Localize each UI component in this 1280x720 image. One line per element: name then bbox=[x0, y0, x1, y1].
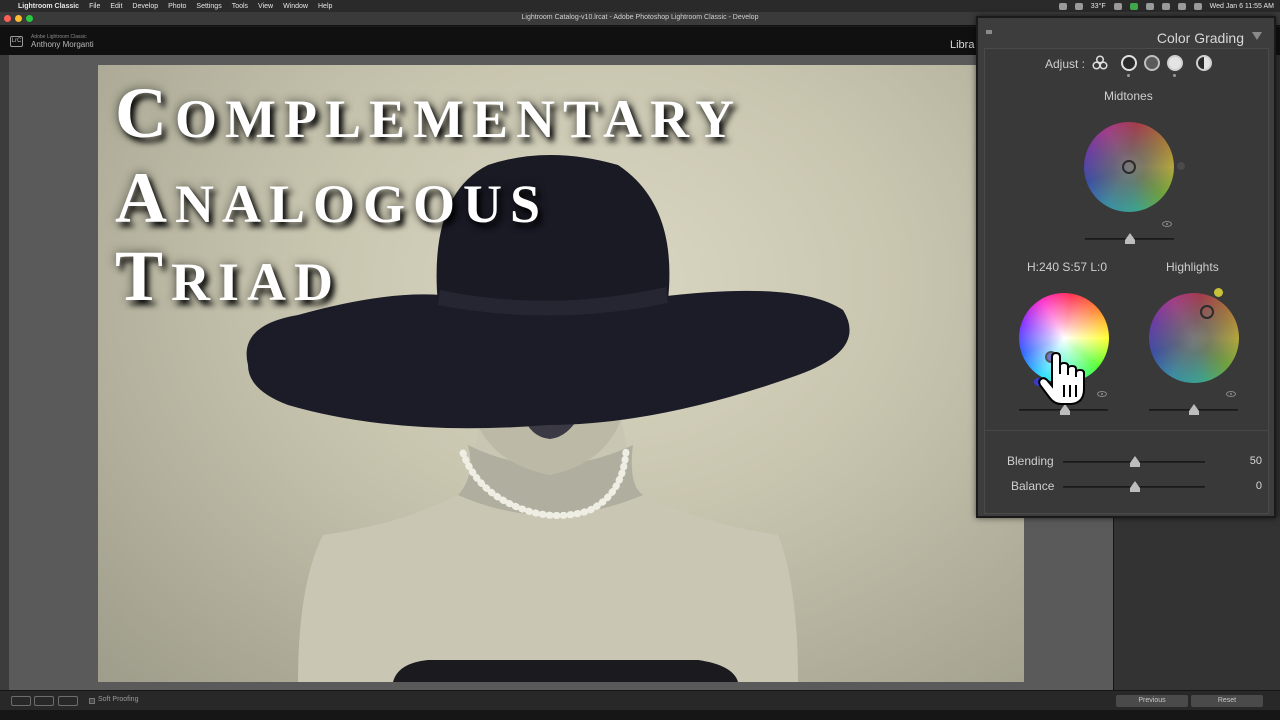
menu-settings[interactable]: Settings bbox=[196, 3, 221, 10]
panel-switch-icon[interactable] bbox=[986, 30, 992, 34]
panel-body bbox=[984, 48, 1269, 514]
clock[interactable]: Wed Jan 6 11:55 AM bbox=[1210, 3, 1274, 10]
shadows-visibility-icon[interactable] bbox=[1097, 391, 1107, 397]
user-name: Anthony Morganti bbox=[31, 40, 94, 49]
adjust-label: Adjust : bbox=[1045, 57, 1086, 71]
loupe-view-icon[interactable] bbox=[11, 696, 31, 706]
menu-photo[interactable]: Photo bbox=[168, 3, 186, 10]
global-mode-icon[interactable] bbox=[1196, 55, 1212, 71]
midtones-wheel-handle[interactable] bbox=[1122, 160, 1136, 174]
blending-slider-thumb[interactable] bbox=[1130, 456, 1140, 467]
bluetooth-icon[interactable] bbox=[1145, 2, 1154, 10]
overlay-rest: NALOGOUS bbox=[175, 174, 549, 234]
menu-view[interactable]: View bbox=[258, 3, 273, 10]
bottom-toolbar: Soft Proofing Previous Reset bbox=[0, 690, 1280, 710]
filmstrip-edge bbox=[0, 710, 1280, 720]
before-after-icon[interactable] bbox=[34, 696, 54, 706]
reset-button[interactable]: Reset bbox=[1191, 695, 1263, 707]
shadows-hsl-readout: H:240 S:57 L:0 bbox=[1027, 260, 1108, 274]
wifi-icon[interactable] bbox=[1161, 2, 1170, 10]
midtones-hue-marker[interactable] bbox=[1177, 162, 1185, 170]
blending-value[interactable]: 50 bbox=[1222, 455, 1262, 467]
hand-cursor-icon bbox=[1037, 351, 1085, 406]
menu-app[interactable]: Lightroom Classic bbox=[18, 3, 79, 10]
overlay-rest: RIAD bbox=[171, 252, 342, 312]
weather-icon[interactable] bbox=[1074, 2, 1083, 10]
highlights-wheel-handle[interactable] bbox=[1200, 305, 1214, 319]
menu-bar: Lightroom Classic File Edit Develop Phot… bbox=[0, 0, 1280, 12]
balance-value[interactable]: 0 bbox=[1222, 480, 1262, 492]
midtones-mode-icon[interactable] bbox=[1144, 55, 1160, 71]
overlay-rest: OMPLEMENTARY bbox=[175, 89, 743, 149]
previous-button[interactable]: Previous bbox=[1116, 695, 1188, 707]
balance-label: Balance bbox=[1011, 479, 1055, 493]
menu-help[interactable]: Help bbox=[318, 3, 332, 10]
search-icon[interactable] bbox=[1177, 2, 1186, 10]
soft-proofing-label: Soft Proofing bbox=[98, 696, 139, 703]
blending-label: Blending bbox=[1007, 454, 1054, 468]
overlay-line-complementary: COMPLEMENTARY bbox=[115, 72, 742, 155]
midtones-visibility-icon[interactable] bbox=[1162, 221, 1172, 227]
soft-proofing-checkbox[interactable] bbox=[89, 698, 95, 704]
overlay-cap: A bbox=[115, 158, 175, 238]
overlay-cap: T bbox=[115, 236, 172, 316]
status-area: 33°F Wed Jan 6 11:55 AM bbox=[1058, 0, 1274, 12]
highlights-color-wheel[interactable] bbox=[1149, 293, 1239, 383]
menu-develop[interactable]: Develop bbox=[132, 3, 158, 10]
control-center-icon[interactable] bbox=[1193, 2, 1202, 10]
menu-tools[interactable]: Tools bbox=[232, 3, 248, 10]
menu-window[interactable]: Window bbox=[283, 3, 308, 10]
shadows-mode-dot bbox=[1127, 74, 1130, 77]
three-way-mode-icon[interactable] bbox=[1092, 55, 1108, 71]
highlights-mode-icon[interactable] bbox=[1167, 55, 1183, 71]
section-divider bbox=[984, 430, 1269, 431]
panel-title[interactable]: Color Grading bbox=[1157, 30, 1244, 46]
highlights-luminance-thumb[interactable] bbox=[1189, 404, 1199, 415]
overlay-line-analogous: ANALOGOUS bbox=[115, 157, 548, 240]
menu-file[interactable]: File bbox=[89, 3, 100, 10]
overlay-cap: C bbox=[115, 73, 175, 153]
shadows-mode-icon[interactable] bbox=[1121, 55, 1137, 71]
overlay-line-triad: TRIAD bbox=[115, 235, 341, 318]
creative-cloud-icon[interactable] bbox=[1113, 2, 1122, 10]
lrc-logo: LrC bbox=[10, 36, 23, 47]
temperature-readout: 33°F bbox=[1090, 2, 1106, 10]
midtones-label: Midtones bbox=[1104, 89, 1153, 103]
module-library-tab[interactable]: Libra bbox=[950, 39, 974, 51]
highlights-label: Highlights bbox=[1166, 260, 1219, 274]
highlights-visibility-icon[interactable] bbox=[1226, 391, 1236, 397]
balance-slider-thumb[interactable] bbox=[1130, 481, 1140, 492]
highlights-mode-dot bbox=[1173, 74, 1176, 77]
screen-record-icon[interactable] bbox=[1058, 2, 1067, 10]
yy-compare-icon[interactable] bbox=[58, 696, 78, 706]
right-panel-lower bbox=[1114, 517, 1280, 690]
menu-edit[interactable]: Edit bbox=[110, 3, 122, 10]
collapse-triangle-icon[interactable] bbox=[1252, 32, 1262, 40]
app-status-icon[interactable] bbox=[1129, 2, 1138, 10]
midtones-luminance-thumb[interactable] bbox=[1125, 233, 1135, 244]
highlights-hue-marker[interactable] bbox=[1214, 288, 1223, 297]
